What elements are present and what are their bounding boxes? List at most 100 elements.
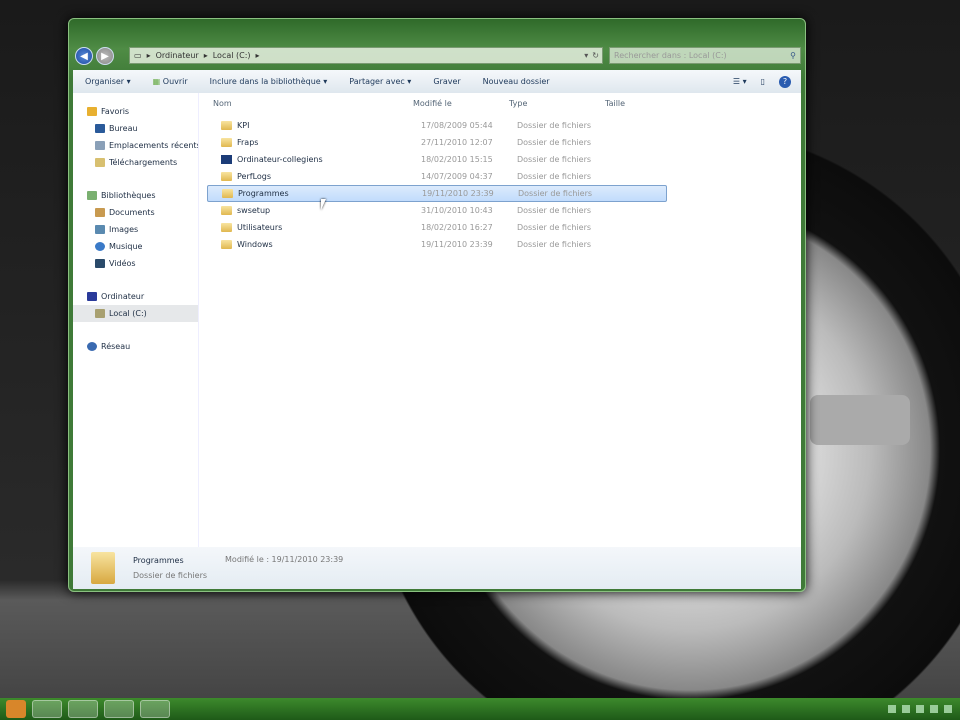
open-button[interactable]: ▦ Ouvrir bbox=[153, 77, 188, 86]
label: Bibliothèques bbox=[101, 191, 156, 200]
file-row[interactable]: Windows 19/11/2010 23:39 Dossier de fichie… bbox=[207, 236, 667, 253]
sidebar-computer[interactable]: Ordinateur bbox=[73, 288, 198, 305]
taskbar-app[interactable] bbox=[32, 700, 62, 718]
sidebar-favorites[interactable]: Favoris bbox=[73, 103, 198, 120]
search-input[interactable]: Rechercher dans : Local (C:) ⚲ bbox=[609, 47, 801, 64]
burn-button[interactable]: Graver bbox=[433, 77, 460, 86]
videos-icon bbox=[95, 259, 105, 268]
sidebar-item-downloads[interactable]: Téléchargements bbox=[73, 154, 198, 171]
file-modified: 19/11/2010 23:39 bbox=[421, 240, 493, 249]
drive-icon bbox=[95, 309, 105, 318]
label: Images bbox=[109, 225, 139, 234]
network-icon bbox=[87, 342, 97, 351]
file-row[interactable]: Ordinateur-collegiens 18/02/2010 15:15 Dos… bbox=[207, 151, 667, 168]
details-pane: Programmes Dossier de fichiers Modifié le… bbox=[73, 547, 801, 589]
file-name: KPI bbox=[237, 121, 250, 130]
back-button[interactable]: ◀ bbox=[75, 47, 93, 65]
sidebar-network[interactable]: Réseau bbox=[73, 338, 198, 355]
file-row[interactable]: Programmes 19/11/2010 23:39 Dossier de fic… bbox=[207, 185, 667, 202]
taskbar-app[interactable] bbox=[140, 700, 170, 718]
file-type: Dossier de fichiers bbox=[517, 223, 592, 232]
label: Bureau bbox=[109, 124, 138, 133]
search-placeholder: Rechercher dans : Local (C:) bbox=[614, 51, 727, 60]
sidebar-item-local-c[interactable]: Local (C:) bbox=[73, 305, 198, 322]
label: Documents bbox=[109, 208, 155, 217]
file-row[interactable]: Utilisateurs 18/02/2010 16:27 Dossier de f… bbox=[207, 219, 667, 236]
folder-icon bbox=[221, 138, 232, 147]
sidebar-item-recent[interactable]: Emplacements récents bbox=[73, 137, 198, 154]
file-name-cell: Fraps bbox=[221, 138, 421, 147]
file-row[interactable]: KPI 17/08/2009 05:44 Dossier de fichiers bbox=[207, 117, 667, 134]
column-headers: Nom Modifié le Type Taille bbox=[199, 93, 801, 113]
details-name: Programmes bbox=[133, 556, 184, 565]
file-name: swsetup bbox=[237, 206, 271, 215]
start-button[interactable] bbox=[6, 700, 26, 718]
include-library-button[interactable]: Inclure dans la bibliothèque ▾ bbox=[210, 77, 328, 86]
folder-icon bbox=[221, 155, 232, 164]
view-icon[interactable]: ☰ ▾ bbox=[733, 77, 747, 86]
libraries-icon bbox=[87, 191, 97, 200]
preview-pane-icon[interactable]: ▯ bbox=[761, 77, 765, 86]
details-modified: Modifié le : 19/11/2010 23:39 bbox=[225, 555, 344, 564]
breadcrumb-ordinateur[interactable]: Ordinateur bbox=[156, 51, 199, 60]
documents-icon bbox=[95, 208, 105, 217]
file-modified: 14/07/2009 04:37 bbox=[421, 172, 493, 181]
sidebar-item-videos[interactable]: Vidéos bbox=[73, 255, 198, 272]
tray-icon[interactable] bbox=[916, 705, 924, 713]
music-icon bbox=[95, 242, 105, 251]
forward-button[interactable]: ▶ bbox=[96, 47, 114, 65]
tray-icon[interactable] bbox=[902, 705, 910, 713]
breadcrumb-local[interactable]: Local (C:) bbox=[213, 51, 251, 60]
taskbar-explorer[interactable] bbox=[104, 700, 134, 718]
help-icon[interactable]: ? bbox=[779, 75, 791, 88]
file-name-cell: Programmes bbox=[222, 189, 422, 198]
sidebar-item-bureau[interactable]: Bureau bbox=[73, 120, 198, 137]
file-name-cell: Windows bbox=[221, 240, 421, 249]
share-button[interactable]: Partager avec ▾ bbox=[349, 77, 411, 86]
navigation-pane: Favoris Bureau Emplacements récents Télé… bbox=[73, 93, 199, 547]
file-type: Dossier de fichiers bbox=[517, 155, 592, 164]
refresh-icon[interactable]: ↻ bbox=[592, 51, 599, 60]
sidebar-item-music[interactable]: Musique bbox=[73, 238, 198, 255]
file-type: Dossier de fichiers bbox=[517, 172, 592, 181]
search-icon[interactable]: ⚲ bbox=[790, 51, 796, 60]
file-name: Utilisateurs bbox=[237, 223, 283, 232]
desktop-icon bbox=[95, 124, 105, 133]
file-row[interactable]: swsetup 31/10/2010 10:43 Dossier de fichie… bbox=[207, 202, 667, 219]
dropdown-icon[interactable]: ▾ bbox=[584, 51, 588, 60]
file-modified: 31/10/2010 10:43 bbox=[421, 206, 493, 215]
sidebar-libraries[interactable]: Bibliothèques bbox=[73, 187, 198, 204]
tray-icon[interactable] bbox=[944, 705, 952, 713]
file-name: Ordinateur-collegiens bbox=[237, 155, 323, 164]
file-row[interactable]: PerfLogs 14/07/2009 04:37 Dossier de fichi… bbox=[207, 168, 667, 185]
address-bar[interactable]: ▭ ▸ Ordinateur ▸ Local (C:) ▸ ▾ ↻ bbox=[129, 47, 603, 64]
file-name: Programmes bbox=[238, 189, 289, 198]
file-name: Windows bbox=[237, 240, 273, 249]
sidebar-item-documents[interactable]: Documents bbox=[73, 204, 198, 221]
open-icon: ▦ bbox=[152, 77, 161, 86]
label: Musique bbox=[109, 242, 143, 251]
label: Ordinateur bbox=[101, 292, 145, 301]
organize-button[interactable]: Organiser ▾ bbox=[85, 77, 131, 86]
column-size[interactable]: Taille bbox=[605, 99, 625, 108]
taskbar-app[interactable] bbox=[68, 700, 98, 718]
tray-icon[interactable] bbox=[930, 705, 938, 713]
file-name-cell: KPI bbox=[221, 121, 421, 130]
folder-icon: ▭ bbox=[134, 51, 142, 60]
column-modified[interactable]: Modifié le bbox=[413, 99, 509, 108]
new-folder-button[interactable]: Nouveau dossier bbox=[483, 77, 550, 86]
taskbar bbox=[0, 698, 960, 720]
file-modified: 27/11/2010 12:07 bbox=[421, 138, 493, 147]
downloads-icon bbox=[95, 158, 105, 167]
open-label: Ouvrir bbox=[162, 77, 188, 86]
file-modified: 18/02/2010 16:27 bbox=[421, 223, 493, 232]
column-name[interactable]: Nom bbox=[213, 99, 413, 108]
column-type[interactable]: Type bbox=[509, 99, 605, 108]
file-name-cell: Utilisateurs bbox=[221, 223, 421, 232]
sidebar-item-images[interactable]: Images bbox=[73, 221, 198, 238]
file-name-cell: Ordinateur-collegiens bbox=[221, 155, 421, 164]
file-row[interactable]: Fraps 27/11/2010 12:07 Dossier de fichiers bbox=[207, 134, 667, 151]
file-type: Dossier de fichiers bbox=[517, 121, 592, 130]
folder-icon bbox=[221, 240, 232, 249]
tray-icon[interactable] bbox=[888, 705, 896, 713]
